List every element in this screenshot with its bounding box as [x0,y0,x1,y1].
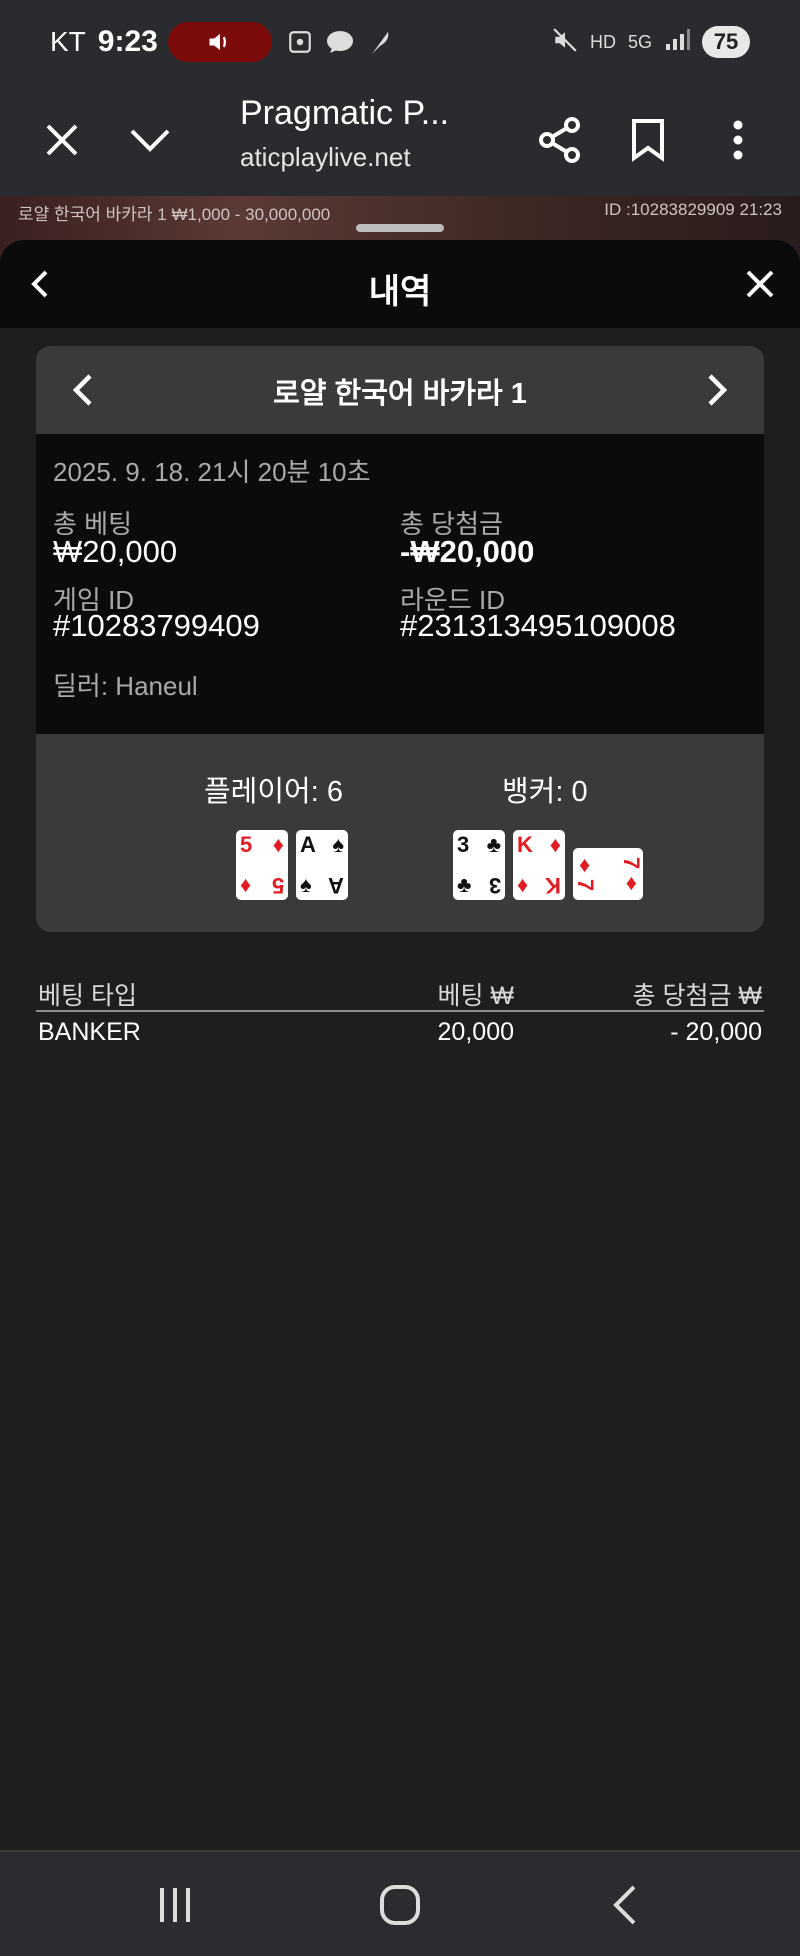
home-button[interactable] [375,1882,425,1928]
close-tab-button[interactable] [34,112,90,168]
back-icon [613,1885,636,1925]
close-icon [746,270,774,298]
bet-amount-cell: 20,000 [437,1018,514,1046]
network-5g-icon: 5G [627,31,652,52]
dealer-name: 딜러: Haneul [53,671,198,701]
card-suit: ♦ [272,832,284,857]
bet-type-header: 베팅 타입 [38,982,137,1010]
table-row: BANKER 20,000 - 20,000 [36,1012,764,1056]
card-rank: K [517,832,533,857]
chevron-down-icon [130,129,170,152]
card-suit: ♠ [300,872,312,897]
bets-table: 베팅 타입 베팅 ₩ 총 당첨금 ₩ BANKER 20,000 - 20,00… [36,970,764,1056]
win-amount-header: 총 당첨금 ₩ [632,982,763,1010]
hd-icon: HD [589,31,616,52]
player-card-1: 5 ♦ ♦ 5 [236,830,288,900]
system-nav-bar [0,1850,800,1956]
total-bet-value: ₩20,000 [53,534,178,569]
close-icon [46,124,78,156]
history-sheet: 내역 로얄 한국어 바카라 1 2025. 9. 18. 21시 20분 10초… [0,240,800,1850]
mute-icon [552,27,578,58]
more-vertical-icon [733,120,743,160]
card-suit: ♦ [579,852,591,877]
banker-score: 뱅커: 0 [502,776,588,808]
recent-apps-button[interactable] [150,1882,200,1928]
screenshot-icon [286,28,314,56]
status-bar: KT 9:23 HD 5G 75 [0,0,800,84]
card-rank: 5 [240,832,253,857]
card-rank: K [545,873,561,898]
card-suit: ♦ [549,832,561,857]
card-rank: 7 [573,878,599,892]
card-suit: ♦ [625,870,637,895]
sheet-drag-handle[interactable] [356,224,444,232]
sound-indicator[interactable] [167,22,272,62]
bets-table-header: 베팅 타입 베팅 ₩ 총 당첨금 ₩ [36,970,764,1012]
game-id-info: ID :10283829909 21:23 [604,200,782,219]
win-amount-cell: - 20,000 [670,1018,762,1046]
page-url[interactable]: aticplaylive.net [240,142,411,173]
talk-icon [326,28,354,56]
card-rank: 3 [488,873,501,898]
share-button[interactable] [532,112,588,168]
player-card-2: A ♠ ♠ A [296,830,348,900]
card-rank: A [328,873,344,898]
card-suit: ♠ [332,832,344,857]
feather-icon [366,28,394,56]
chevron-right-icon [708,374,728,406]
card-suit: ♦ [240,872,252,897]
sheet-title: 내역 [368,273,432,311]
card-rank: 5 [271,873,284,898]
home-icon [380,1885,420,1925]
carrier-label: KT [50,26,86,57]
card-rank: A [300,832,316,857]
bookmark-icon [632,119,664,162]
card-suit: ♦ [517,872,529,897]
round-datetime: 2025. 9. 18. 21시 20분 10초 [53,457,371,487]
page-title: Pragmatic P... [240,94,450,132]
card-suit: ♣ [486,832,501,857]
table-navigator: 로얄 한국어 바카라 1 [36,346,764,434]
player-score: 플레이어: 6 [204,776,343,808]
total-win-value: -₩20,000 [400,534,535,569]
clock: 9:23 [97,25,158,58]
signal-icon [664,28,690,57]
card-rank: 3 [457,832,470,857]
round-id-value: #231313495109008 [400,608,676,643]
sheet-header: 내역 [0,240,800,328]
back-nav-button[interactable] [600,1882,650,1928]
round-result: 플레이어: 6 뱅커: 0 5 ♦ ♦ 5 A ♠ ♠ A 3 ♣ ♣ 3 K [36,734,764,932]
banker-card-3: ♦ 7 7 ♦ [573,848,644,900]
game-table-info: 로얄 한국어 바카라 1 ₩1,000 - 30,000,000 [18,205,331,224]
round-detail-card: 로얄 한국어 바카라 1 2025. 9. 18. 21시 20분 10초 총 … [36,346,764,932]
bet-type-cell: BANKER [38,1018,141,1046]
battery-indicator: 75 [702,26,750,58]
card-rank: 7 [618,856,644,870]
card-suit: ♣ [457,872,472,897]
share-icon [539,117,580,163]
minimize-button[interactable] [122,112,178,168]
banker-card-1: 3 ♣ ♣ 3 [453,830,505,900]
round-details: 2025. 9. 18. 21시 20분 10초 총 베팅 ₩20,000 총 … [36,434,764,734]
bet-amount-header: 베팅 ₩ [437,982,514,1010]
next-round-button[interactable] [696,370,736,410]
more-menu-button[interactable] [710,112,766,168]
close-sheet-button[interactable] [740,264,780,304]
banker-card-2: K ♦ ♦ K [513,830,565,900]
browser-toolbar: Pragmatic P... aticplaylive.net [0,84,800,196]
speaker-icon [209,33,226,51]
table-name: 로얄 한국어 바카라 1 [273,378,527,410]
recent-apps-icon [160,1888,190,1922]
game-id-value: #10283799409 [53,608,260,643]
bookmark-button[interactable] [620,112,676,168]
